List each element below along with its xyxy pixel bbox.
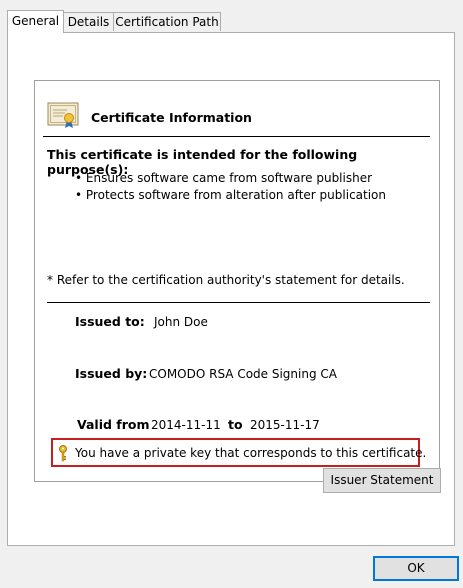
tab-panel-general: Certificate Information This certificate… — [7, 32, 455, 546]
valid-from-value: 2014-11-11 — [151, 418, 221, 432]
issued-by-label: Issued by: — [75, 366, 148, 381]
private-key-text: You have a private key that corresponds … — [75, 446, 427, 460]
certificate-information-box: Certificate Information This certificate… — [34, 80, 440, 482]
details-divider — [47, 302, 430, 303]
issued-to-label: Issued to: — [75, 314, 145, 329]
ok-button[interactable]: OK — [373, 556, 459, 581]
refer-note: * Refer to the certification authority's… — [47, 273, 405, 287]
private-key-notice: You have a private key that corresponds … — [51, 438, 426, 467]
purpose-item: • Protects software from alteration afte… — [75, 188, 386, 202]
tab-details[interactable]: Details — [63, 12, 114, 31]
certificate-info-title: Certificate Information — [91, 110, 252, 125]
issued-by-value: COMODO RSA Code Signing CA — [149, 367, 337, 381]
issuer-statement-button[interactable]: Issuer Statement — [323, 468, 441, 493]
issued-to-value: John Doe — [154, 315, 208, 329]
tab-certification-path[interactable]: Certification Path — [113, 12, 221, 31]
valid-to-label: to — [228, 417, 243, 432]
valid-to-value: 2015-11-17 — [250, 418, 320, 432]
title-divider — [43, 136, 430, 137]
purpose-item: • Ensures software came from software pu… — [75, 171, 373, 185]
key-icon — [59, 445, 67, 462]
certificate-icon — [47, 102, 79, 128]
tab-general[interactable]: General — [7, 10, 64, 33]
valid-from-label: Valid from — [77, 417, 150, 432]
